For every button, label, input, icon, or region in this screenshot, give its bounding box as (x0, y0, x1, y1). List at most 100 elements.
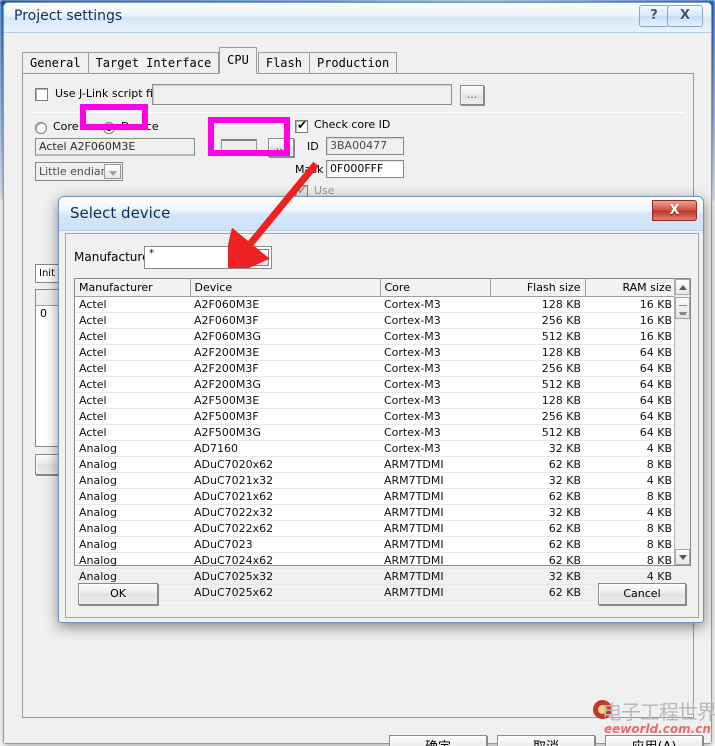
cell-device: ADuC7021x62 (190, 488, 380, 505)
device-table-container[interactable]: Manufacturer Device Core Flash size RAM … (74, 278, 691, 601)
table-row[interactable]: Analog ADuC7021x62 ARM7TDMI 62 KB 8 KB (75, 488, 676, 505)
cell-device: ADuC7025x32 (190, 568, 380, 585)
ok-button[interactable]: 确定 (389, 735, 487, 746)
column-header-manufacturer[interactable]: Manufacturer (75, 279, 191, 297)
page-title: Project settings (14, 8, 123, 24)
cell-device: ADuC7025x62 (190, 584, 380, 601)
core-id-input[interactable]: 3BA00477 (326, 137, 404, 155)
scrollbar-thumb[interactable] (675, 297, 690, 319)
cell-flash-size: 256 KB (490, 408, 585, 425)
cell-flash-size: 62 KB (490, 456, 585, 473)
jlink-script-path-input[interactable] (152, 84, 452, 105)
cell-core: Cortex-M3 (380, 328, 490, 345)
cell-core: Cortex-M3 (380, 376, 490, 393)
cell-core: Cortex-M3 (380, 296, 490, 313)
use-jlink-script-checkbox[interactable] (35, 88, 48, 101)
jlink-script-browse-button[interactable]: ... (460, 85, 484, 105)
tab-general[interactable]: General (22, 52, 89, 74)
cell-flash-size: 32 KB (490, 440, 585, 457)
cell-core: Cortex-M3 (380, 424, 490, 441)
cell-ram-size: 16 KB (585, 296, 676, 313)
cell-core: ARM7TDMI (380, 520, 490, 537)
manufacturer-value: * (149, 248, 154, 259)
device-browse-button[interactable]: ... (268, 138, 294, 157)
cell-flash-size: 32 KB (490, 472, 585, 489)
table-row[interactable]: Analog ADuC7022x32 ARM7TDMI 32 KB 4 KB (75, 504, 676, 521)
table-row[interactable]: Actel A2F200M3E Cortex-M3 128 KB 64 KB (75, 344, 676, 361)
cell-flash-size: 62 KB (490, 488, 585, 505)
cell-device: A2F200M3F (190, 360, 380, 377)
cell-manufacturer: Analog (75, 456, 190, 473)
table-row[interactable]: Analog ADuC7023 ARM7TDMI 62 KB 8 KB (75, 536, 676, 553)
table-row[interactable]: Analog ADuC7020x62 ARM7TDMI 62 KB 8 KB (75, 456, 676, 473)
device-radio-label: Device (121, 120, 159, 133)
tab-target-interface[interactable]: Target Interface (87, 52, 220, 74)
scroll-up-icon[interactable] (675, 279, 690, 295)
cell-manufacturer: Actel (75, 392, 190, 409)
cell-manufacturer: Actel (75, 312, 190, 329)
select-device-cancel-button[interactable]: Cancel (598, 583, 686, 605)
cell-core: Cortex-M3 (380, 392, 490, 409)
close-icon[interactable]: X (667, 5, 703, 27)
cell-flash-size: 32 KB (490, 568, 585, 585)
device-radio[interactable] (103, 122, 115, 134)
table-row[interactable]: Analog ADuC7025x32 ARM7TDMI 32 KB 4 KB (75, 568, 676, 585)
cell-device: ADuC7022x32 (190, 504, 380, 521)
table-row[interactable]: Actel A2F060M3F Cortex-M3 256 KB 16 KB (75, 312, 676, 329)
close-icon[interactable]: X (652, 200, 697, 221)
table-header-row: Manufacturer Device Core Flash size RAM … (75, 279, 677, 297)
annotation-arrow (228, 161, 319, 268)
cell-ram-size: 64 KB (585, 376, 676, 393)
table-row[interactable]: Actel A2F200M3F Cortex-M3 256 KB 64 KB (75, 360, 676, 377)
table-row[interactable]: Actel A2F500M3F Cortex-M3 256 KB 64 KB (75, 408, 676, 425)
column-header-device[interactable]: Device (190, 279, 381, 297)
settings-tabstrip: General Target Interface CPU Flash Productio… (22, 47, 398, 74)
cell-ram-size: 4 KB (585, 472, 676, 489)
cell-core: Cortex-M3 (380, 344, 490, 361)
table-row[interactable]: Actel A2F500M3G Cortex-M3 512 KB 64 KB (75, 424, 676, 441)
table-row[interactable]: Analog ADuC7024x62 ARM7TDMI 62 KB 8 KB (75, 552, 676, 569)
endian-select[interactable]: Little endian (35, 162, 123, 181)
cell-device: A2F060M3E (190, 296, 380, 313)
cell-device: A2F060M3F (190, 312, 380, 329)
table-row[interactable]: Actel A2F060M3E Cortex-M3 128 KB 16 KB (75, 296, 676, 313)
cell-core: ARM7TDMI (380, 456, 490, 473)
cell-ram-size: 64 KB (585, 392, 676, 409)
cell-ram-size: 8 KB (585, 456, 676, 473)
device-table-scrollbar[interactable] (674, 279, 690, 565)
check-core-id-checkbox[interactable] (295, 118, 308, 133)
column-header-ram-size[interactable]: RAM size (585, 279, 677, 297)
table-row[interactable]: Analog ADuC7022x62 ARM7TDMI 62 KB 8 KB (75, 520, 676, 537)
scroll-down-icon[interactable] (675, 549, 690, 565)
device-table: Manufacturer Device Core Flash size RAM … (75, 279, 677, 601)
device-secondary-field[interactable] (221, 139, 257, 156)
core-radio[interactable] (35, 122, 47, 134)
select-device-ok-button[interactable]: OK (78, 583, 158, 605)
table-row[interactable]: AnalogADuC7025x62ARM7TDMI62 KB8 KB (75, 584, 676, 601)
table-row[interactable]: Actel A2F200M3G Cortex-M3 512 KB 64 KB (75, 376, 676, 393)
cell-flash-size: 62 KB (490, 584, 585, 601)
cell-device: ADuC7022x62 (190, 520, 380, 537)
tab-production[interactable]: Production (308, 52, 398, 74)
cell-ram-size: 16 KB (585, 328, 676, 345)
cell-manufacturer: Analog (75, 568, 190, 585)
cell-flash-size: 128 KB (490, 296, 585, 313)
tab-cpu[interactable]: CPU (219, 47, 257, 74)
table-row[interactable]: Analog AD7160 Cortex-M3 32 KB 4 KB (75, 440, 676, 457)
column-header-core[interactable]: Core (380, 279, 491, 297)
help-icon[interactable]: ? (639, 5, 669, 27)
tab-flash[interactable]: Flash (257, 52, 310, 74)
table-row[interactable]: Analog ADuC7021x32 ARM7TDMI 32 KB 4 KB (75, 472, 676, 489)
cell-manufacturer: Actel (75, 376, 190, 393)
cell-ram-size: 64 KB (585, 360, 676, 377)
device-table-body: Actel A2F060M3E Cortex-M3 128 KB 16 KB Actel A… (75, 296, 676, 601)
cell-manufacturer: Actel (75, 424, 190, 441)
cell-ram-size: 16 KB (585, 312, 676, 329)
table-row[interactable]: Actel A2F060M3G Cortex-M3 512 KB 16 KB (75, 328, 676, 345)
select-device-title: Select device (70, 204, 171, 222)
cancel-button[interactable]: 取消 (497, 735, 595, 746)
table-row[interactable]: Actel A2F500M3E Cortex-M3 128 KB 64 KB (75, 392, 676, 409)
selected-device-field[interactable]: Actel A2F060M3E (35, 138, 195, 156)
watermark-chinese-text: 电子工程世界 (602, 700, 715, 724)
column-header-flash-size[interactable]: Flash size (490, 279, 586, 297)
